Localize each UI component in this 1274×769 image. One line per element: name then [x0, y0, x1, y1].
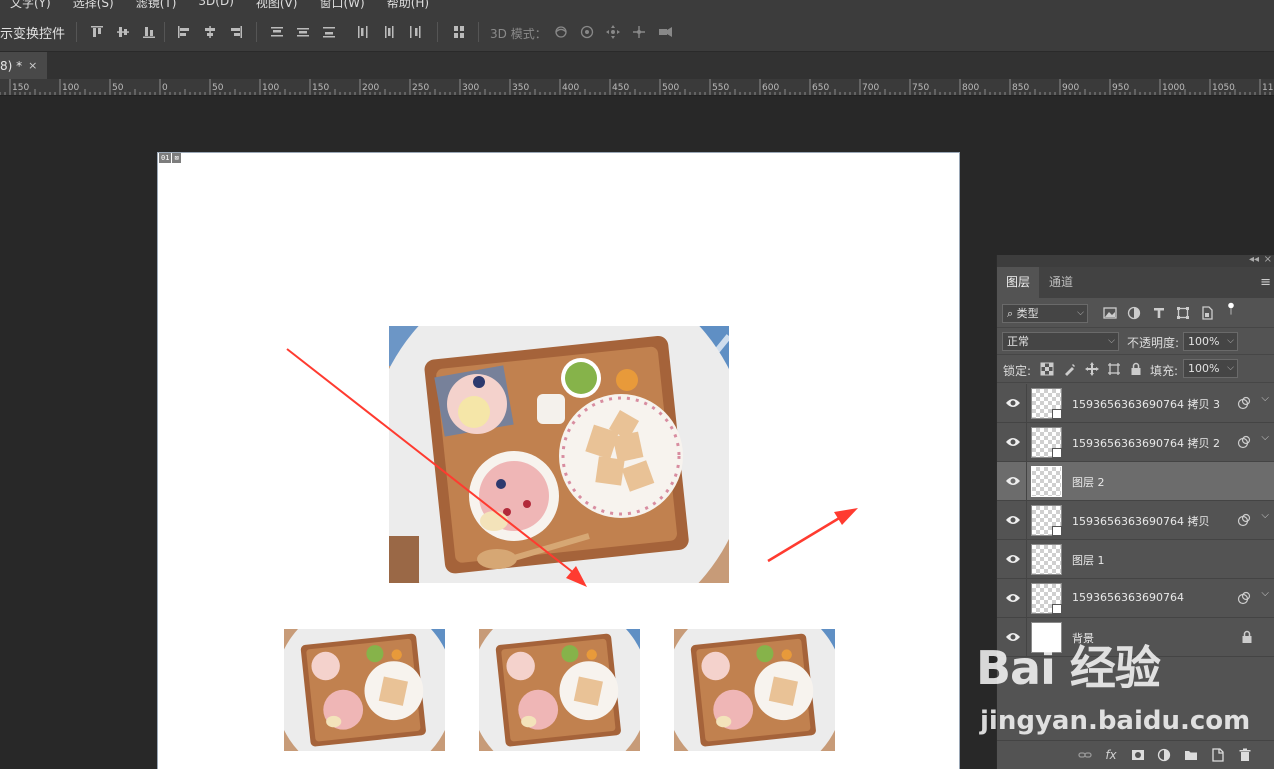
filter-effects-icon[interactable] — [1237, 396, 1251, 410]
panel-tabs: 图层 通道 ≡ — [997, 267, 1274, 298]
divider — [1026, 384, 1027, 422]
fill-label: 填充: — [1150, 364, 1179, 378]
lock-artboard-icon[interactable] — [1107, 362, 1121, 376]
chevron-down-icon[interactable]: ⌵ — [1261, 432, 1269, 443]
opacity-label: 不透明度: — [1127, 336, 1180, 350]
layer-name[interactable]: 1593656363690764 — [1072, 591, 1184, 604]
new-adjustment-layer-icon[interactable] — [1156, 748, 1172, 762]
layer-name[interactable]: 图层 2 — [1072, 474, 1105, 490]
filter-effects-icon[interactable] — [1237, 591, 1251, 605]
arrow-down-right — [286, 348, 587, 587]
filter-smart-object-icon[interactable] — [1200, 306, 1214, 320]
chevron-down-icon: ⌵ — [1227, 363, 1234, 373]
divider — [1026, 540, 1027, 578]
filter-type-icon[interactable] — [1152, 306, 1166, 320]
new-layer-icon[interactable] — [1210, 748, 1226, 762]
eye-icon[interactable] — [1005, 397, 1021, 409]
eye-icon[interactable] — [1005, 631, 1021, 643]
filter-effects-icon[interactable] — [1237, 513, 1251, 527]
eye-icon[interactable] — [1005, 592, 1021, 604]
layer-row[interactable]: 1593656363690764 拷贝 3 ⌵ — [997, 384, 1274, 423]
layer-row[interactable]: 1593656363690764 ⌵ — [997, 579, 1274, 618]
layer-thumbnail — [1031, 505, 1062, 536]
fill-input[interactable]: 100% ⌵ — [1183, 359, 1238, 378]
layer-name[interactable]: 背景 — [1072, 630, 1094, 646]
search-icon: ⌕ — [1007, 307, 1014, 320]
divider — [1026, 501, 1027, 539]
blend-mode-row: 正常 ⌵ 不透明度: 100% ⌵ — [997, 328, 1274, 355]
layer-thumbnail — [1031, 622, 1062, 653]
layer-thumbnail — [1031, 544, 1062, 575]
filter-kind-select[interactable]: ⌕ 类型 ⌵ — [1002, 304, 1088, 323]
smart-object-badge-icon — [1052, 604, 1062, 614]
lock-label: 锁定: — [1003, 364, 1032, 378]
blend-mode-value: 正常 — [1007, 335, 1029, 348]
link-layers-icon[interactable] — [1077, 748, 1093, 762]
opacity-value: 100% — [1188, 335, 1220, 348]
collapse-panel-icon[interactable]: ◂◂ — [1249, 254, 1259, 265]
smart-object-badge-icon — [1052, 526, 1062, 536]
eye-icon[interactable] — [1005, 475, 1021, 487]
layer-row[interactable]: 1593656363690764 拷贝 2 ⌵ — [997, 423, 1274, 462]
tab-layers[interactable]: 图层 — [997, 267, 1040, 298]
layer-thumbnail — [1031, 427, 1062, 458]
filter-adjustment-icon[interactable] — [1127, 306, 1141, 320]
filter-effects-icon[interactable] — [1237, 435, 1251, 449]
filter-kind-value: 类型 — [1016, 307, 1039, 320]
filter-pixel-icon[interactable] — [1103, 306, 1117, 320]
divider — [1026, 423, 1027, 461]
new-group-icon[interactable] — [1183, 748, 1199, 762]
layer-name[interactable]: 图层 1 — [1072, 552, 1105, 568]
chevron-down-icon[interactable]: ⌵ — [1261, 588, 1269, 599]
chevron-down-icon[interactable]: ⌵ — [1261, 510, 1269, 521]
arrow-up-right — [767, 508, 858, 563]
panel-menu-icon[interactable]: ≡ — [1260, 275, 1271, 290]
eye-icon[interactable] — [1005, 514, 1021, 526]
chevron-down-icon: ⌵ — [1108, 336, 1115, 346]
panel-header-strip: ◂◂ × — [997, 254, 1274, 267]
lock-row: 锁定: 填充: 100% ⌵ — [997, 355, 1274, 383]
opacity-input[interactable]: 100% ⌵ — [1183, 332, 1238, 351]
tab-channels[interactable]: 通道 — [1040, 267, 1082, 298]
lock-image-pixels-icon[interactable] — [1063, 362, 1077, 376]
filter-toggle-icon[interactable] — [1224, 302, 1238, 316]
divider — [1026, 579, 1027, 617]
layer-row-selected[interactable]: 图层 2 — [997, 462, 1274, 501]
layer-name[interactable]: 1593656363690764 拷贝 3 — [1072, 396, 1220, 412]
chevron-down-icon[interactable]: ⌵ — [1261, 393, 1269, 404]
layer-row[interactable]: 1593656363690764 拷贝 ⌵ — [997, 501, 1274, 540]
add-mask-icon[interactable] — [1130, 748, 1146, 762]
lock-transparent-pixels-icon[interactable] — [1040, 362, 1054, 376]
eye-icon[interactable] — [1005, 553, 1021, 565]
divider — [1026, 462, 1027, 500]
chevron-down-icon: ⌵ — [1077, 308, 1084, 318]
filter-shape-icon[interactable] — [1176, 306, 1190, 320]
close-panel-icon[interactable]: × — [1264, 254, 1272, 265]
blend-mode-select[interactable]: 正常 ⌵ — [1002, 332, 1119, 351]
layer-thumbnail — [1031, 388, 1062, 419]
add-layer-style-icon[interactable]: fx — [1103, 748, 1119, 762]
smart-object-badge-icon — [1052, 448, 1062, 458]
layers-panel: ◂◂ × 图层 通道 ≡ ⌕ 类型 ⌵ 正常 ⌵ 不透明度: 100% ⌵ 锁定… — [996, 254, 1274, 769]
divider — [1026, 618, 1027, 656]
eye-icon[interactable] — [1005, 436, 1021, 448]
layer-thumbnail — [1031, 583, 1062, 614]
layers-panel-footer: fx — [997, 740, 1274, 769]
layer-row-background[interactable]: 背景 — [997, 618, 1274, 657]
lock-all-icon[interactable] — [1129, 362, 1143, 376]
layer-row[interactable]: 图层 1 — [997, 540, 1274, 579]
chevron-down-icon: ⌵ — [1227, 336, 1234, 346]
lock-position-icon[interactable] — [1085, 362, 1099, 376]
delete-layer-icon[interactable] — [1237, 748, 1253, 762]
layer-thumbnail — [1031, 466, 1062, 497]
layer-name[interactable]: 1593656363690764 拷贝 — [1072, 513, 1209, 529]
lock-icon[interactable] — [1241, 630, 1253, 643]
fill-value: 100% — [1188, 362, 1220, 375]
layer-filter-row: ⌕ 类型 ⌵ — [997, 298, 1274, 328]
layer-name[interactable]: 1593656363690764 拷贝 2 — [1072, 435, 1220, 451]
smart-object-badge-icon — [1052, 409, 1062, 419]
